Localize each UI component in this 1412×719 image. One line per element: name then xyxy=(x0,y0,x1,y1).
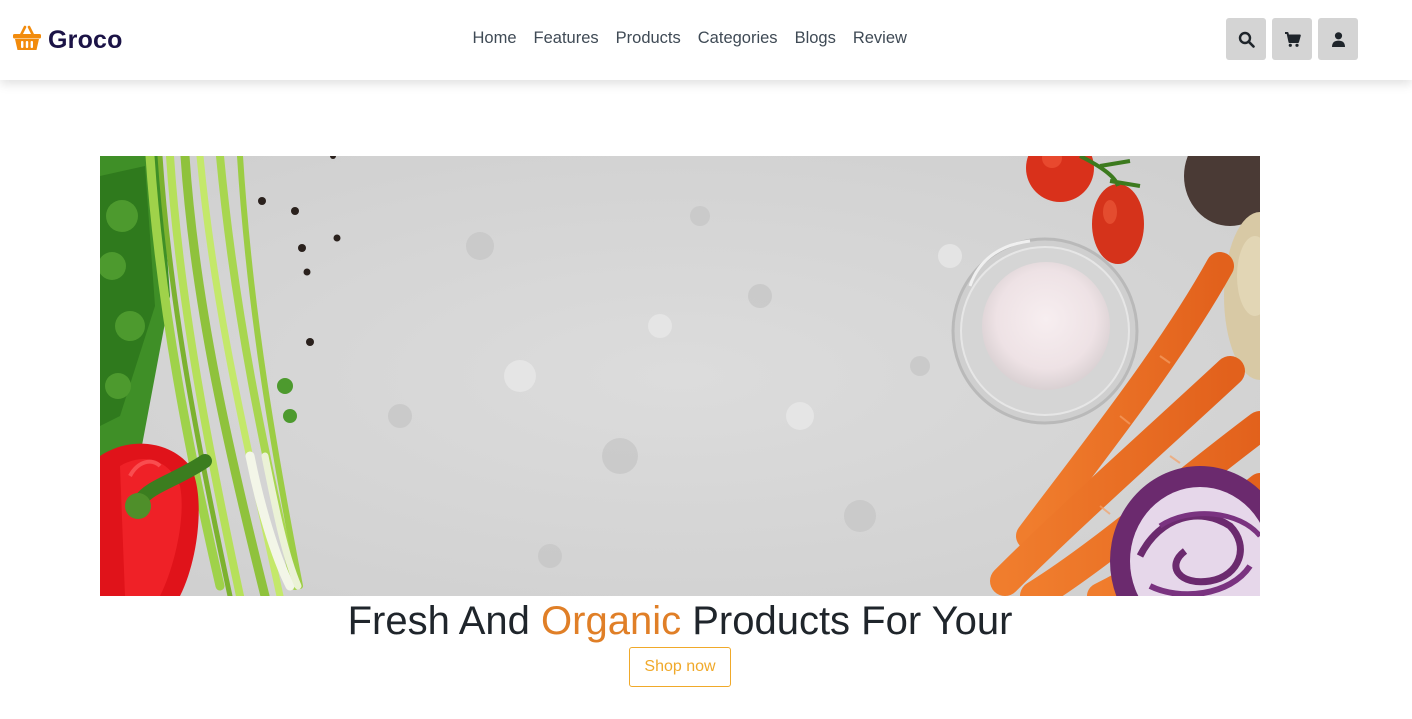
headline-text-after: Products For Your xyxy=(681,599,1013,643)
nav-item-products[interactable]: Products xyxy=(607,28,689,48)
search-icon xyxy=(1238,31,1255,48)
nav-item-home[interactable]: Home xyxy=(464,28,525,48)
cart-button[interactable] xyxy=(1272,18,1312,60)
cart-icon xyxy=(1284,31,1301,47)
basket-icon xyxy=(12,24,48,57)
user-icon xyxy=(1331,31,1345,47)
site-header: Groco Home Features Products Categories … xyxy=(0,0,1412,80)
headline-accent-word: Organic xyxy=(541,599,682,643)
shop-now-button[interactable]: Shop now xyxy=(629,647,731,687)
nav-item-categories[interactable]: Categories xyxy=(689,28,786,48)
main-nav: Home Features Products Categories Blogs … xyxy=(464,28,915,48)
hero-headline: Fresh And Organic Products For Your xyxy=(0,598,1360,644)
nav-item-features[interactable]: Features xyxy=(525,28,607,48)
headline-text-before: Fresh And xyxy=(347,599,542,643)
nav-item-blogs[interactable]: Blogs xyxy=(786,28,844,48)
brand-name: Groco xyxy=(48,26,123,54)
logo[interactable]: Groco xyxy=(12,24,123,57)
header-actions xyxy=(1226,18,1358,60)
user-button[interactable] xyxy=(1318,18,1358,60)
search-button[interactable] xyxy=(1226,18,1266,60)
nav-item-review[interactable]: Review xyxy=(844,28,915,48)
hero-banner-image xyxy=(100,156,1260,596)
